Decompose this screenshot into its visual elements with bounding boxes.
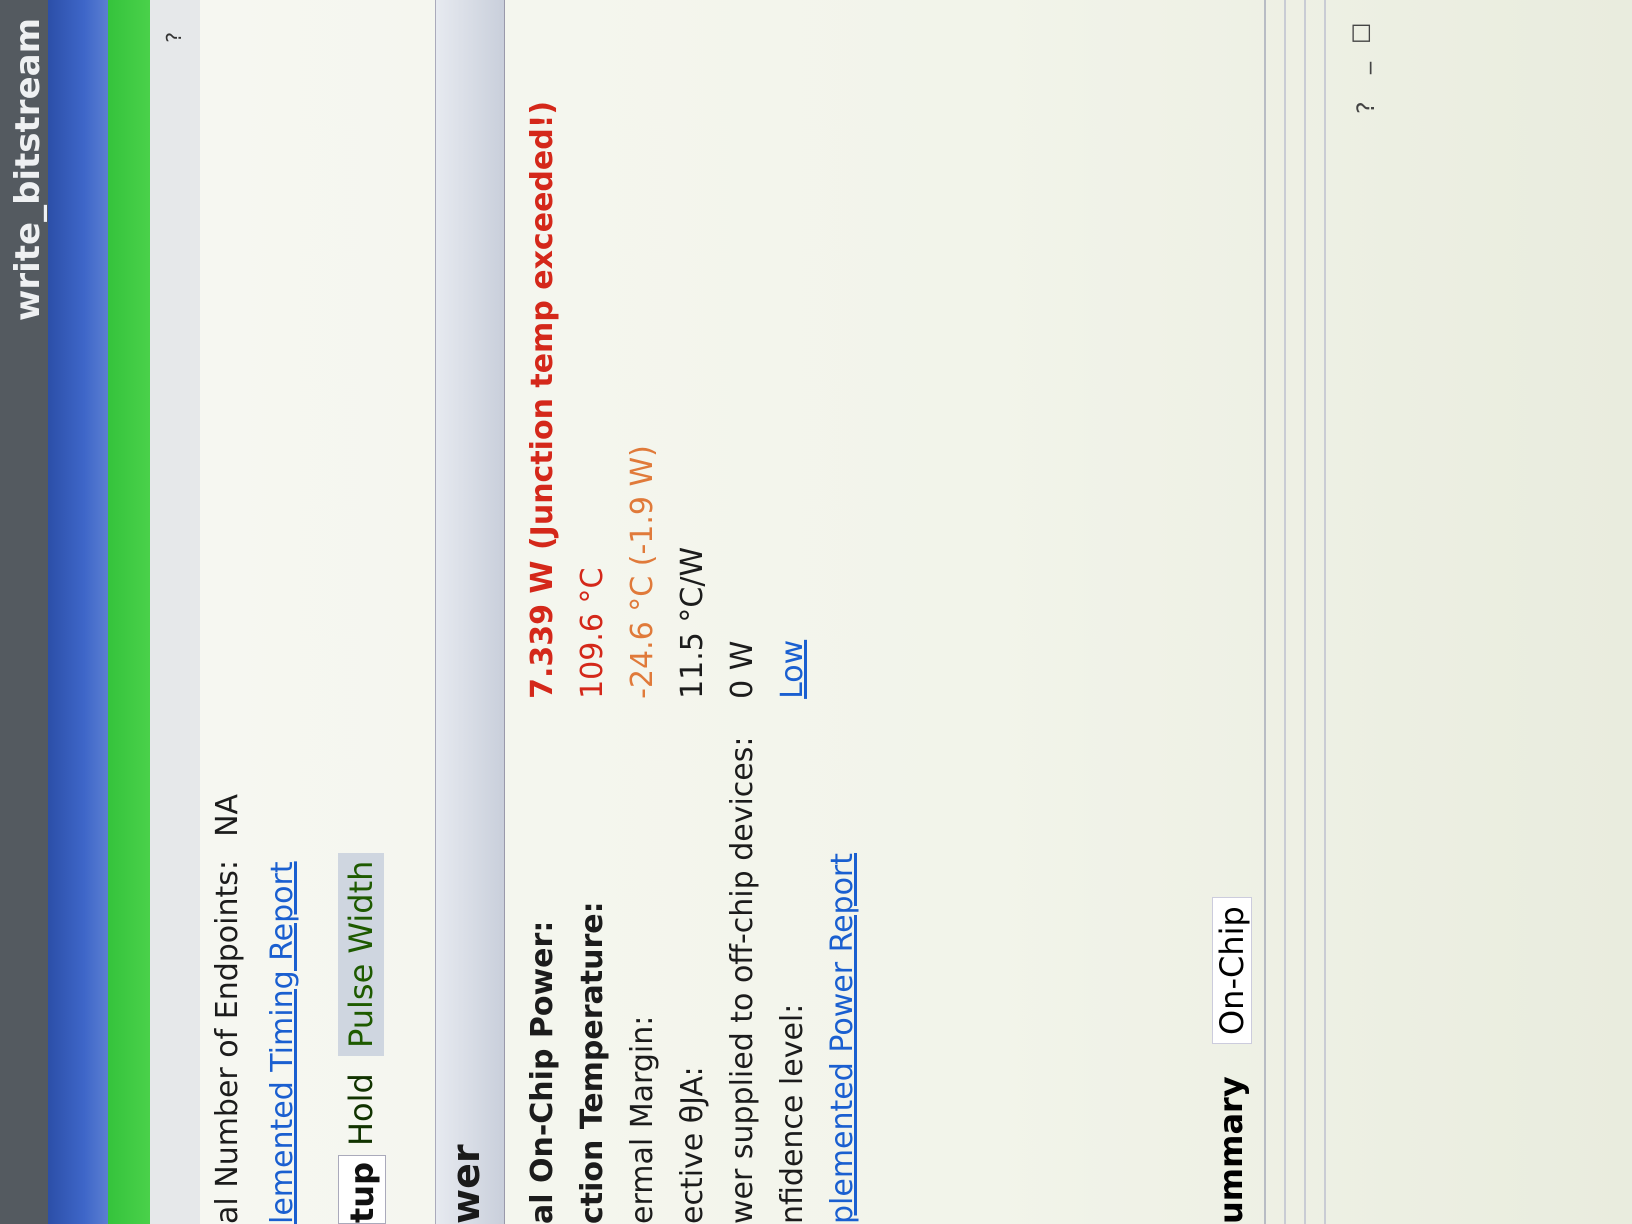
power-report-row: plemented Power Report: [825, 853, 860, 1224]
title-bar: write_bitstream: [0, 0, 48, 1224]
progress-bar-blue: [48, 0, 108, 1224]
timing-report-link[interactable]: lemented Timing Report: [265, 861, 300, 1224]
total-power-label: al On-Chip Power:: [525, 920, 560, 1224]
tab-setup[interactable]: tup: [338, 1155, 386, 1224]
progress-bar-green: [108, 0, 150, 1224]
window-title: write_bitstream: [8, 18, 48, 322]
offchip-power-label: wer supplied to off-chip devices:: [725, 736, 760, 1224]
endpoints-label: al Number of Endpoints:: [210, 859, 245, 1224]
endpoints-row: al Number of Endpoints: NA: [210, 794, 245, 1224]
timing-report-row: lemented Timing Report: [265, 861, 300, 1224]
divider: [1324, 0, 1326, 1224]
junction-temp-value: 109.6 °C: [575, 567, 610, 699]
tab-summary[interactable]: ummary: [1212, 1076, 1250, 1224]
power-row-margin: ermal Margin: -24.6 °C (-1.9 W): [625, 445, 660, 1224]
thermal-margin-value: -24.6 °C (-1.9 W): [625, 445, 660, 699]
maximize-icon[interactable]: ☐: [1348, 22, 1376, 44]
window-top-region: write_bitstream: [0, 0, 150, 1224]
lower-panel-border: ? _ ☐: [1264, 0, 1384, 1224]
power-row-offchip: wer supplied to off-chip devices: 0 W: [725, 641, 760, 1224]
help-icon[interactable]: ?: [162, 32, 186, 43]
tab-pulse-width[interactable]: Pulse Width: [338, 852, 384, 1056]
divider: [1304, 0, 1306, 1224]
power-row-total: al On-Chip Power: 7.339 W (Junction temp…: [525, 101, 560, 1224]
total-power-value: 7.339 W (Junction temp exceeded!): [525, 100, 560, 699]
offchip-power-value: 0 W: [725, 640, 760, 699]
power-row-junction: ction Temperature: 109.6 °C: [575, 568, 610, 1224]
bottom-tab-bar: ummary On-Chip: [1208, 0, 1266, 1224]
power-section-title: wer: [444, 1144, 488, 1224]
design-summary-panel: al Number of Endpoints: NA lemented Timi…: [200, 0, 1632, 1224]
tab-hold[interactable]: Hold: [338, 1073, 384, 1146]
thermal-margin-label: ermal Margin:: [625, 1015, 660, 1224]
confidence-level-link[interactable]: Low: [775, 640, 810, 699]
junction-temp-label: ction Temperature:: [575, 901, 610, 1224]
panel-header: ?: [150, 0, 200, 1224]
minimize-icon[interactable]: _: [1344, 62, 1372, 74]
power-section-header: wer: [435, 0, 505, 1224]
endpoints-value: NA: [210, 793, 245, 837]
tab-on-chip[interactable]: On-Chip: [1212, 897, 1252, 1044]
power-row-theta: ective θJA: 11.5 °C/W: [675, 547, 710, 1224]
rotated-screen: write_bitstream ? al Number of Endpoints…: [0, 0, 1632, 1224]
confidence-level-label: nfidence level:: [775, 1003, 810, 1224]
help-icon-small[interactable]: ?: [1352, 101, 1380, 114]
divider: [1284, 0, 1286, 1224]
power-report-link[interactable]: plemented Power Report: [825, 853, 860, 1224]
theta-ja-value: 11.5 °C/W: [675, 546, 710, 699]
power-row-confidence: nfidence level: Low: [775, 640, 810, 1224]
theta-ja-label: ective θJA:: [675, 1066, 710, 1224]
timing-tabs: tup Hold Pulse Width: [338, 404, 388, 1224]
